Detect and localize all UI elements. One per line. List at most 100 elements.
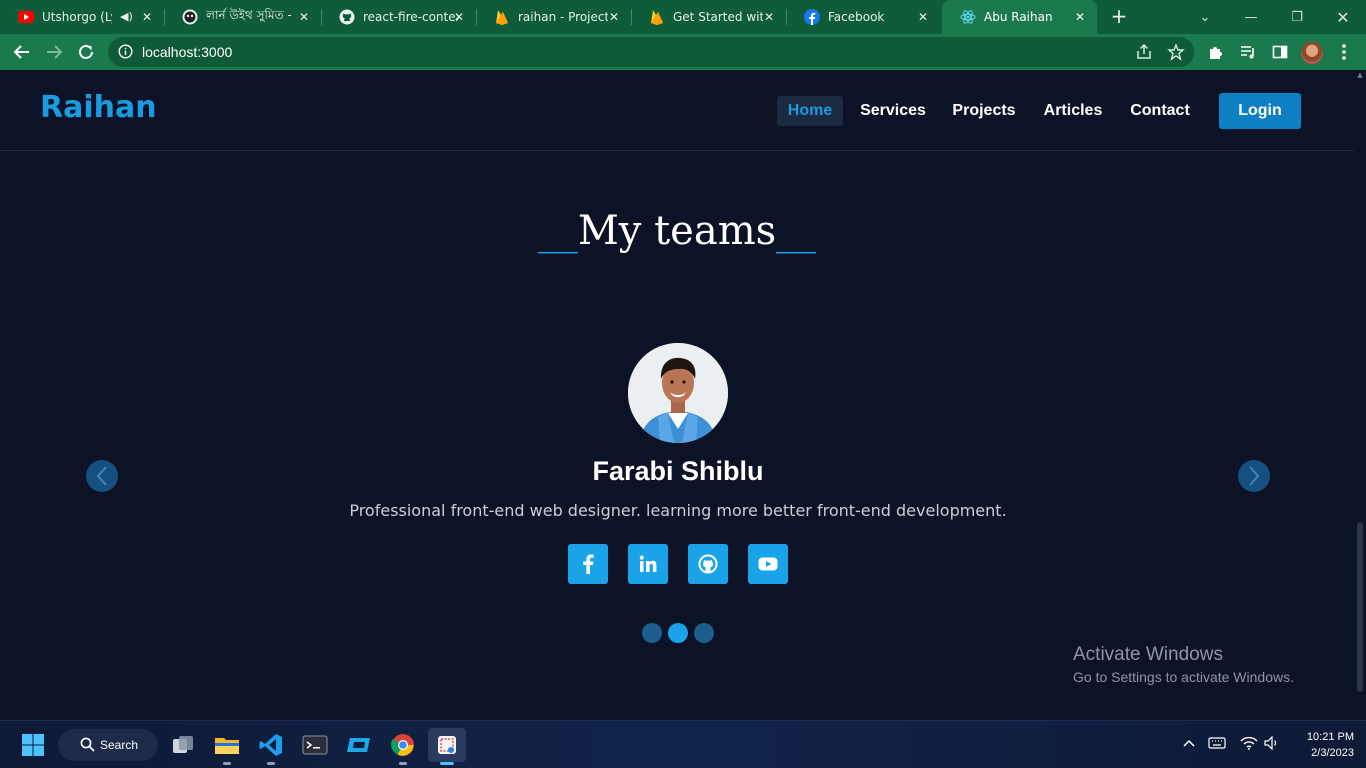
volume-icon[interactable] (1264, 735, 1280, 754)
running-indicator (267, 762, 275, 765)
task-view-icon[interactable] (168, 730, 198, 760)
facebook-icon (583, 554, 594, 574)
title-dash-right: __ (776, 208, 817, 254)
firebase-icon (649, 9, 665, 25)
tab-abu-raihan[interactable]: Abu Raihan ✕ (942, 0, 1097, 34)
extensions-puzzle-icon[interactable] (1202, 38, 1230, 66)
tab-title: লার্ন উইথ সুমিত - (206, 8, 292, 22)
nav-projects[interactable]: Projects (946, 96, 1022, 126)
back-button[interactable] (8, 38, 36, 66)
close-icon[interactable]: ✕ (607, 10, 621, 24)
close-icon[interactable]: ✕ (1073, 10, 1087, 24)
clock-time: 10:21 PM (1306, 731, 1354, 743)
nav-contact[interactable]: Contact (1124, 96, 1196, 126)
youtube-link[interactable] (748, 544, 788, 584)
close-icon[interactable]: ✕ (916, 10, 930, 24)
profile-avatar[interactable] (1301, 42, 1323, 64)
side-panel-icon[interactable] (1266, 38, 1294, 66)
windows-taskbar: Search 10:21 PM 2/3/2023 (0, 720, 1366, 768)
tab-title: raihan - Project s (518, 10, 608, 24)
activate-windows-watermark: Activate Windows Go to Settings to activ… (1073, 644, 1294, 685)
scrollbar-thumb[interactable] (1357, 522, 1363, 692)
chrome-icon[interactable] (388, 730, 418, 760)
tab-title: react-fire-context (363, 10, 459, 24)
tab-raihan-project[interactable]: raihan - Project s ✕ (476, 0, 632, 34)
media-control-icon[interactable] (1234, 38, 1262, 66)
window-close-button[interactable]: ✕ (1320, 0, 1366, 34)
address-bar[interactable]: localhost:3000 (108, 37, 1194, 67)
page-scrollbar[interactable]: ▲ (1354, 70, 1366, 720)
wifi-icon[interactable] (1240, 735, 1258, 754)
facebook-icon (804, 9, 820, 25)
clock-date: 2/3/2023 (1311, 747, 1354, 759)
member-name: Farabi Shiblu (592, 456, 764, 486)
terminal-icon[interactable] (300, 730, 330, 760)
github-cat-icon (182, 9, 198, 25)
url-text[interactable]: localhost:3000 (142, 44, 232, 60)
taskbar-search[interactable]: Search (58, 729, 158, 761)
tab-react-fire-context[interactable]: react-fire-context ✕ (321, 0, 477, 34)
running-indicator (223, 762, 231, 765)
tab-get-started[interactable]: Get Started with ✕ (631, 0, 787, 34)
start-windows-icon[interactable] (18, 730, 48, 760)
member-avatar (628, 343, 728, 443)
tab-title: Abu Raihan (984, 10, 1053, 24)
new-tab-button[interactable]: + (1108, 5, 1130, 27)
github-link[interactable] (688, 544, 728, 584)
system-clock[interactable]: 10:21 PM 2/3/2023 (1292, 729, 1354, 761)
nav-services[interactable]: Services (855, 96, 931, 126)
tab-learn-with-sumit[interactable]: লার্ন উইথ সুমিত - ✕ (164, 0, 322, 34)
section-title-text: My teams (577, 208, 777, 254)
forward-button[interactable] (40, 38, 68, 66)
firebase-icon (494, 9, 510, 25)
speaker-icon[interactable]: ◀) (120, 10, 133, 23)
tab-title: Utshorgo (Lyrics) (42, 10, 112, 24)
vscode-icon[interactable] (256, 730, 286, 760)
section-title: __My teams__ (0, 208, 1354, 254)
taskbar-search-label: Search (100, 738, 139, 752)
chrome-menu-icon[interactable] (1330, 38, 1358, 66)
tab-youtube[interactable]: Utshorgo (Lyrics) ◀) ✕ (0, 0, 165, 34)
file-explorer-icon[interactable] (212, 730, 242, 760)
nav-articles[interactable]: Articles (1036, 96, 1110, 126)
browser-tab-strip: Utshorgo (Lyrics) ◀) ✕ লার্ন উইথ সুমিত -… (0, 0, 1366, 34)
close-icon[interactable]: ✕ (140, 10, 154, 24)
activate-windows-subtext: Go to Settings to activate Windows. (1073, 669, 1294, 685)
tab-title: Facebook (828, 10, 885, 24)
bookmark-star-icon[interactable] (1167, 43, 1185, 61)
member-description: Professional front-end web designer. lea… (349, 501, 1007, 520)
browser-toolbar: localhost:3000 (0, 34, 1366, 70)
tab-title: Get Started with (673, 10, 763, 24)
nav-home[interactable]: Home (777, 96, 843, 126)
restore-button[interactable]: ❐ (1274, 0, 1320, 34)
microsoft-store-icon[interactable] (344, 730, 374, 760)
search-icon (80, 737, 95, 755)
title-dash-left: __ (537, 208, 578, 254)
minimize-button[interactable]: — (1228, 0, 1274, 34)
login-button[interactable]: Login (1219, 93, 1301, 129)
close-icon[interactable]: ✕ (297, 10, 311, 24)
carousel-dot-2[interactable] (668, 623, 688, 643)
facebook-link[interactable] (568, 544, 608, 584)
scroll-up-arrow-icon[interactable]: ▲ (1356, 72, 1364, 79)
carousel-dot-3[interactable] (694, 623, 714, 643)
share-icon[interactable] (1135, 43, 1153, 61)
reload-button[interactable] (72, 38, 100, 66)
youtube-icon (18, 9, 34, 25)
linkedin-link[interactable] (628, 544, 668, 584)
web-page: Raihan Home Services Projects Articles C… (0, 70, 1354, 720)
tab-facebook[interactable]: Facebook ✕ (786, 0, 940, 34)
close-icon[interactable]: ✕ (452, 10, 466, 24)
github-icon (339, 9, 355, 25)
site-info-icon[interactable] (118, 44, 133, 63)
keyboard-icon[interactable] (1208, 735, 1226, 754)
snipping-tool-icon[interactable] (428, 728, 466, 762)
tab-search-chevron-icon[interactable]: ⌄ (1182, 0, 1228, 34)
carousel-dot-1[interactable] (642, 623, 662, 643)
site-brand-logo[interactable]: Raihan (40, 90, 157, 125)
tray-overflow-chevron-icon[interactable] (1182, 735, 1196, 754)
running-indicator (399, 762, 407, 765)
close-icon[interactable]: ✕ (762, 10, 776, 24)
youtube-icon (758, 557, 778, 571)
linkedin-icon (639, 555, 657, 572)
